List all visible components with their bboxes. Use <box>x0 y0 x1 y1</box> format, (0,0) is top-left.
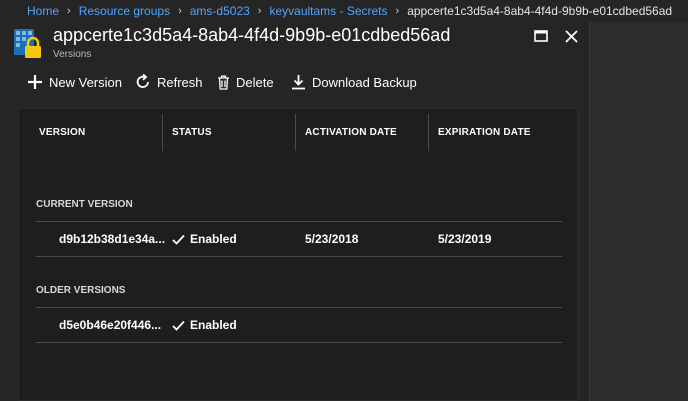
command-bar: New Version Refresh Delete Download Back… <box>0 68 589 96</box>
refresh-icon <box>136 74 149 88</box>
version-id: d5e0b46e20f446... <box>59 318 162 332</box>
table-row[interactable]: d9b12b38d1e34a... Enabled 5/23/2018 5/23… <box>36 221 562 257</box>
activation-date: 5/23/2018 <box>305 232 359 246</box>
column-header-version[interactable]: VERSION <box>39 109 85 156</box>
versions-blade: appcerte1c3d5a4-8ab4-4f4d-9b9b-e01cdbed5… <box>0 22 589 401</box>
chevron-right-icon: › <box>67 5 71 17</box>
older-versions-section-label: OLDER VERSIONS <box>36 285 126 296</box>
maximize-icon[interactable] <box>531 26 551 46</box>
table-row[interactable]: d5e0b46e20f446... Enabled <box>36 307 562 343</box>
column-divider <box>162 114 163 151</box>
column-divider <box>295 114 296 151</box>
version-id: d9b12b38d1e34a... <box>59 232 166 246</box>
blade-subtitle: Versions <box>53 49 92 60</box>
breadcrumb: Home › Resource groups › ams-d5023 › key… <box>0 0 688 22</box>
breadcrumb-current: appcerte1c3d5a4-8ab4-4f4d-9b9b-e01cdbed5… <box>407 4 673 18</box>
status-text: Enabled <box>190 232 237 246</box>
plus-icon <box>28 75 42 89</box>
status-text: Enabled <box>190 318 237 332</box>
status-cell: Enabled <box>172 308 237 342</box>
current-version-section-label: CURRENT VERSION <box>36 199 133 210</box>
chevron-right-icon: › <box>178 5 182 17</box>
breadcrumb-secrets[interactable]: keyvaultams - Secrets <box>269 4 387 18</box>
new-version-button[interactable]: New Version <box>27 68 122 96</box>
delete-button[interactable]: Delete <box>217 68 274 96</box>
column-header-activation-date[interactable]: ACTIVATION DATE <box>305 109 397 156</box>
status-cell: Enabled <box>172 222 237 256</box>
column-divider <box>428 114 429 151</box>
breadcrumb-home[interactable]: Home <box>27 4 59 18</box>
chevron-right-icon: › <box>257 5 262 17</box>
download-backup-label: Download Backup <box>312 74 417 90</box>
delete-label: Delete <box>236 74 274 90</box>
blade-header: appcerte1c3d5a4-8ab4-4f4d-9b9b-e01cdbed5… <box>0 22 589 68</box>
versions-grid: VERSION STATUS ACTIVATION DATE EXPIRATIO… <box>18 108 578 401</box>
chevron-right-icon: › <box>395 5 400 17</box>
column-header-expiration-date[interactable]: EXPIRATION DATE <box>438 109 531 156</box>
breadcrumb-resource-group[interactable]: ams-d5023 <box>190 4 250 18</box>
download-icon <box>292 75 305 90</box>
new-version-label: New Version <box>49 74 122 90</box>
close-icon[interactable] <box>561 26 581 46</box>
checkmark-icon <box>172 320 185 331</box>
blade-title: appcerte1c3d5a4-8ab4-4f4d-9b9b-e01cdbed5… <box>53 25 451 45</box>
download-backup-button[interactable]: Download Backup <box>291 68 417 96</box>
breadcrumb-resource-groups[interactable]: Resource groups <box>79 4 170 18</box>
background-panel <box>589 22 688 401</box>
expiration-date: 5/23/2019 <box>438 232 492 246</box>
checkmark-icon <box>172 234 185 245</box>
refresh-label: Refresh <box>157 74 203 90</box>
column-header-status[interactable]: STATUS <box>172 109 212 156</box>
refresh-button[interactable]: Refresh <box>135 68 203 96</box>
key-vault-secret-icon <box>13 28 41 60</box>
trash-icon <box>218 75 229 90</box>
